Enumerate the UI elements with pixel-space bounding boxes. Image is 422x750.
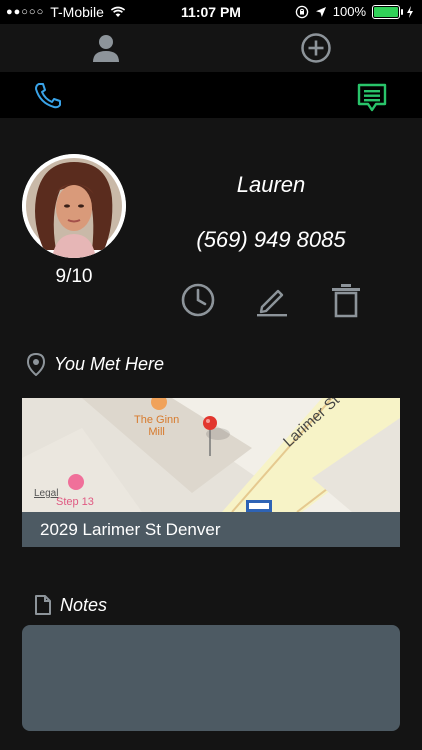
trash-icon[interactable] [326,280,366,320]
document-icon [35,595,51,615]
map-poi-ginn: The Ginn [134,414,180,426]
map-address-bar: 2029 Larimer St Denver [22,512,400,547]
top-nav [0,24,422,72]
contact-phone[interactable]: (569) 949 8085 [150,227,392,253]
notes-label: Notes [34,594,107,616]
phone-icon[interactable] [32,82,64,110]
action-bar [0,72,422,118]
map-poi-label: The Ginn Mill [134,414,179,438]
pencil-icon[interactable] [252,280,292,320]
battery-percent: 100% [332,4,366,19]
status-right: 100% [295,4,414,19]
status-bar: ●●○○○ T-Mobile 11:07 PM 100% [0,0,422,24]
notes-text: Notes [60,594,108,615]
contact-name: Lauren [236,172,306,197]
map-poi-step13: Step 13 [56,496,94,508]
notes-field[interactable] [22,625,400,731]
add-circle-icon[interactable] [300,32,332,64]
battery-fill [374,6,398,17]
battery-icon [372,4,403,19]
met-here-text: You Met Here [54,353,165,374]
map-address: 2029 Larimer St Denver [40,520,221,539]
met-here-label: You Met Here [26,352,164,376]
map-view[interactable]: The Ginn Mill Larimer St Legal Step 13 [22,398,400,512]
charging-bolt-icon [407,5,413,18]
location-pin-icon [26,352,46,376]
avatar [22,154,126,258]
person-icon[interactable] [90,32,122,64]
message-icon[interactable] [356,82,388,114]
location-arrow-icon [315,6,326,17]
map-legal-link[interactable]: Legal [34,488,58,499]
rating-value: 9/10 [55,266,93,287]
clock-icon[interactable] [178,280,218,320]
map-poi-mill: Mill [148,426,165,438]
rotation-lock-icon [295,5,308,18]
